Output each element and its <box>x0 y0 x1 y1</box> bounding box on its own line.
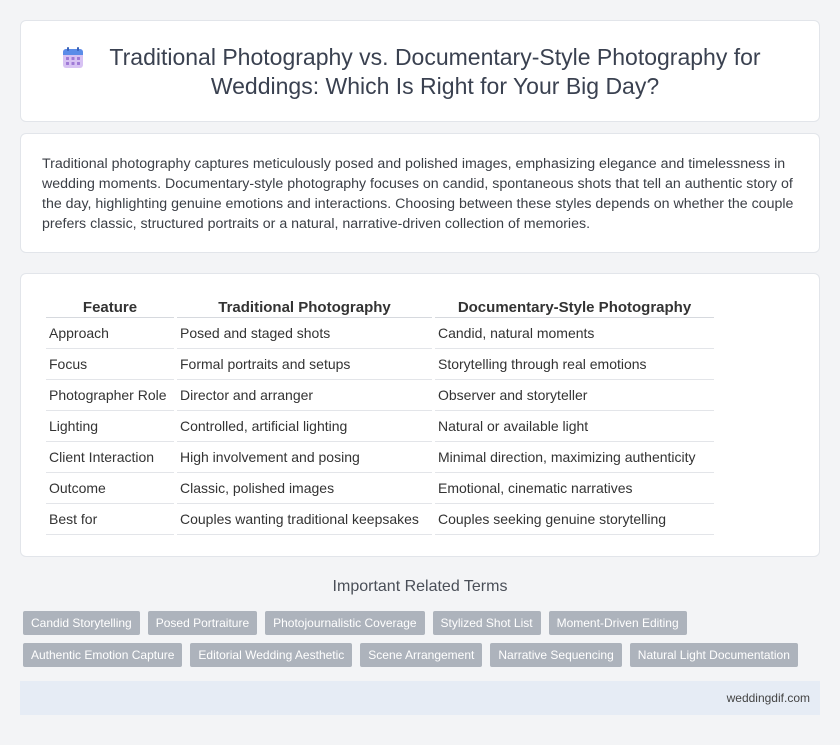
table-row: Photographer Role Director and arranger … <box>46 380 714 411</box>
column-header-traditional: Traditional Photography <box>177 297 432 318</box>
table-cell: Storytelling through real emotions <box>435 349 714 380</box>
table-cell: Emotional, cinematic narratives <box>435 473 714 504</box>
table-cell: Posed and staged shots <box>177 318 432 349</box>
title-card: Traditional Photography vs. Documentary-… <box>20 20 820 122</box>
footer: weddingdif.com <box>20 681 820 715</box>
tag-editorial-wedding-aesthetic[interactable]: Editorial Wedding Aesthetic <box>190 643 353 667</box>
tag-posed-portraiture[interactable]: Posed Portraiture <box>147 611 258 635</box>
tag-row: Candid Storytelling Posed Portraiture Ph… <box>23 611 803 635</box>
table-row: Client Interaction High involvement and … <box>46 442 714 473</box>
table-row: Best for Couples wanting traditional kee… <box>46 504 714 535</box>
page-title: Traditional Photography vs. Documentary-… <box>109 44 761 99</box>
related-terms-tags: Candid Storytelling Posed Portraiture Ph… <box>23 611 803 675</box>
table-row: Outcome Classic, polished images Emotion… <box>46 473 714 504</box>
tag-moment-driven-editing[interactable]: Moment-Driven Editing <box>548 611 687 635</box>
tag-narrative-sequencing[interactable]: Narrative Sequencing <box>490 643 622 667</box>
table-cell: Observer and storyteller <box>435 380 714 411</box>
table-cell: Lighting <box>46 411 174 442</box>
table-cell: Natural or available light <box>435 411 714 442</box>
column-header-documentary: Documentary-Style Photography <box>435 297 714 318</box>
table-cell: Focus <box>46 349 174 380</box>
related-terms-heading: Important Related Terms <box>332 578 508 595</box>
tag-authentic-emotion-capture[interactable]: Authentic Emotion Capture <box>23 643 183 667</box>
comparison-card: Feature Traditional Photography Document… <box>20 273 820 557</box>
comparison-table: Feature Traditional Photography Document… <box>43 297 717 535</box>
table-cell: Director and arranger <box>177 380 432 411</box>
table-cell: Minimal direction, maximizing authentici… <box>435 442 714 473</box>
table-cell: Couples wanting traditional keepsakes <box>177 504 432 535</box>
table-cell: Client Interaction <box>46 442 174 473</box>
intro-card: Traditional photography captures meticul… <box>20 133 820 253</box>
tag-candid-storytelling[interactable]: Candid Storytelling <box>23 611 140 635</box>
table-cell: Controlled, artificial lighting <box>177 411 432 442</box>
table-cell: Candid, natural moments <box>435 318 714 349</box>
table-cell: Couples seeking genuine storytelling <box>435 504 714 535</box>
table-row: Approach Posed and staged shots Candid, … <box>46 318 714 349</box>
table-row: Focus Formal portraits and setups Storyt… <box>46 349 714 380</box>
tag-scene-arrangement[interactable]: Scene Arrangement <box>360 643 483 667</box>
table-cell: Photographer Role <box>46 380 174 411</box>
tag-natural-light-documentation[interactable]: Natural Light Documentation <box>629 643 798 667</box>
tag-row: Authentic Emotion Capture Editorial Wedd… <box>23 643 803 667</box>
tag-stylized-shot-list[interactable]: Stylized Shot List <box>432 611 541 635</box>
table-cell: Classic, polished images <box>177 473 432 504</box>
table-cell: Formal portraits and setups <box>177 349 432 380</box>
table-cell: Approach <box>46 318 174 349</box>
tag-photojournalistic-coverage[interactable]: Photojournalistic Coverage <box>265 611 425 635</box>
footer-site-link[interactable]: weddingdif.com <box>727 691 810 705</box>
table-row: Lighting Controlled, artificial lighting… <box>46 411 714 442</box>
table-cell: Outcome <box>46 473 174 504</box>
table-header-row: Feature Traditional Photography Document… <box>46 297 714 318</box>
table-cell: High involvement and posing <box>177 442 432 473</box>
column-header-feature: Feature <box>46 297 174 318</box>
intro-paragraph: Traditional photography captures meticul… <box>42 156 794 232</box>
table-cell: Best for <box>46 504 174 535</box>
